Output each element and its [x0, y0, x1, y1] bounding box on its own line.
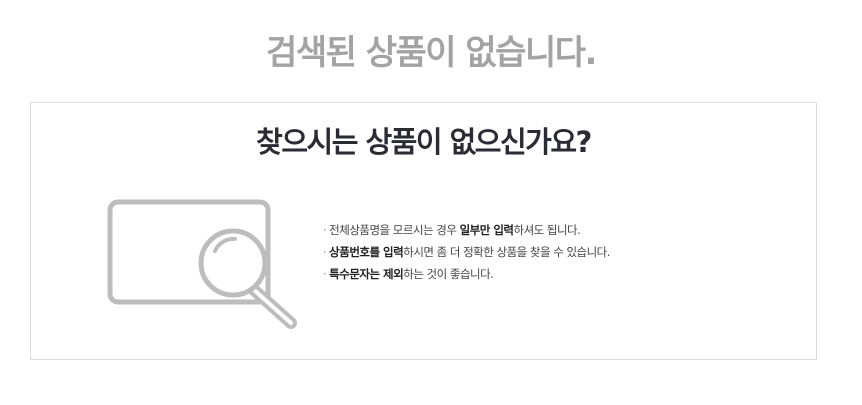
tip-bullet: ·	[323, 267, 327, 281]
search-magnifier-card-icon	[107, 199, 297, 329]
tip-text: 하시면 좀 더 정확한 상품을 찾을 수 있습니다.	[403, 245, 610, 259]
tip-text: 하셔도 됩니다.	[513, 223, 581, 237]
tip-bullet: ·	[323, 223, 327, 237]
search-tips-list: · 전체상품명을 모르시는 경우 일부만 입력하셔도 됩니다. · 상품번호를 입력…	[323, 219, 610, 285]
tip-emphasis: 상품번호를 입력	[329, 245, 404, 259]
search-tip-item: · 특수문자는 제외하는 것이 좋습니다.	[323, 263, 610, 285]
tip-emphasis: 특수문자는 제외	[329, 267, 404, 281]
search-tip-item: · 상품번호를 입력하시면 좀 더 정확한 상품을 찾을 수 있습니다.	[323, 241, 610, 263]
tip-text: 하는 것이 좋습니다.	[403, 267, 494, 281]
no-results-help-box: 찾으시는 상품이 없으신가요? · 전체상품명을 모르시는 경우 일부만 입력하셔…	[30, 102, 817, 360]
search-tip-item: · 전체상품명을 모르시는 경우 일부만 입력하셔도 됩니다.	[323, 219, 610, 241]
tip-emphasis: 일부만 입력	[459, 223, 514, 237]
help-box-title: 찾으시는 상품이 없으신가요?	[256, 125, 592, 159]
tip-bullet: ·	[323, 245, 327, 259]
tip-text: 전체상품명을 모르시는 경우	[329, 223, 460, 237]
no-results-headline: 검색된 상품이 없습니다.	[266, 33, 597, 73]
